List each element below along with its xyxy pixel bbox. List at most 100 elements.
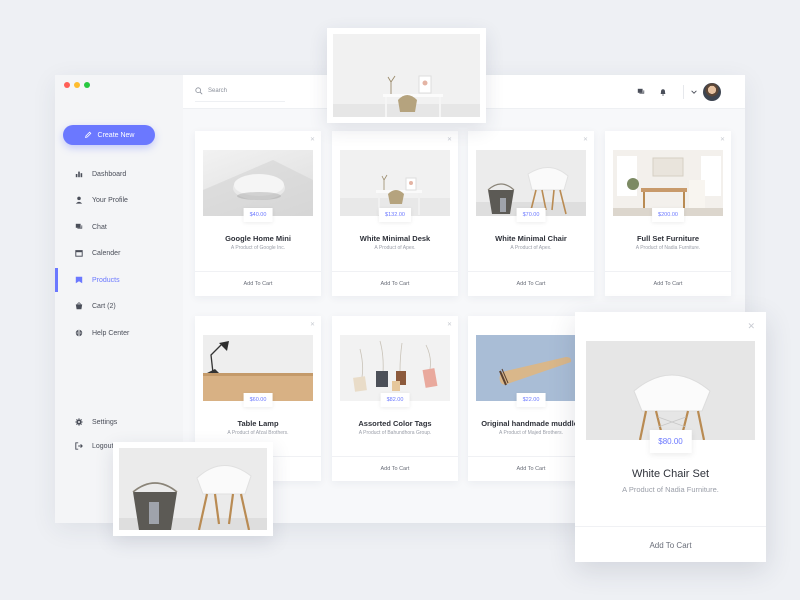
search-icon [195,87,203,95]
chevron-down-icon[interactable] [690,88,698,96]
create-new-label: Create New [97,131,135,139]
product-vendor: A Product of Apex. [374,245,416,251]
calendar-icon [75,250,83,257]
create-new-button[interactable]: Create New [63,125,155,145]
add-to-cart-button[interactable]: Add To Cart [332,281,458,287]
price-badge: $80.00 [649,430,692,453]
product-title: Google Home Mini [225,234,291,243]
sidebar-item-cart[interactable]: Cart (2) [55,294,183,318]
close-icon[interactable]: ✕ [310,136,315,143]
price-badge: $82.00 [380,393,410,407]
divider [605,271,731,272]
search-bar[interactable]: Search [195,87,227,95]
price-badge: $60.00 [243,393,273,407]
minimize-dot[interactable] [74,82,80,88]
window-controls [64,82,90,88]
add-to-cart-button[interactable]: Add To Cart [605,281,731,287]
chat-icon [75,223,83,229]
close-icon[interactable]: ✕ [447,321,452,328]
user-icon [75,196,83,204]
product-card[interactable]: ✕ $132.00 White Minimal Desk A Product o… [332,131,458,296]
divider [332,271,458,272]
close-icon[interactable]: ✕ [747,321,755,332]
divider [332,456,458,457]
sidebar-item-settings[interactable]: Settings [55,410,183,434]
sidebar-item-profile[interactable]: Your Profile [55,188,183,212]
bar-chart-icon [75,171,83,178]
product-image [203,335,313,401]
product-vendor: A Product of Bahundhora Group. [358,430,432,436]
sidebar-item-label: Calender [92,249,121,257]
product-card[interactable]: ✕ $70.00 White Minimal Chair A Product o… [468,131,594,296]
floating-image-desk [327,28,486,123]
sidebar-item-dashboard[interactable]: Dashboard [55,162,183,186]
search-underline [195,101,285,102]
zoom-dot[interactable] [84,82,90,88]
divider [468,271,594,272]
product-image [476,335,586,401]
product-vendor: A Product of Nadia Furniture. [622,485,719,494]
add-to-cart-button[interactable]: Add To Cart [195,281,321,287]
price-badge: $200.00 [652,208,684,222]
product-vendor: A Product of Google Inc. [230,245,286,251]
product-title: Assorted Color Tags [358,419,432,428]
floating-image-chair [113,442,273,536]
price-badge: $70.00 [516,208,546,222]
product-title: White Chair Set [631,468,710,480]
sidebar-item-products[interactable]: Products [55,268,183,292]
product-card[interactable]: ✕ $40.00 Google Home Mini A Product of G… [195,131,321,296]
sidebar-item-label: Products [92,276,120,284]
add-to-cart-button[interactable]: Add To Cart [332,466,458,472]
close-icon[interactable]: ✕ [720,136,725,143]
sidebar-item-label: Logout [92,442,114,450]
product-image [203,150,313,216]
add-to-cart-button[interactable]: Add To Cart [468,281,594,287]
gear-icon [75,418,83,426]
sidebar-item-chat[interactable]: Chat [55,215,183,239]
product-vendor: A Product of Apex. [510,245,552,251]
sidebar-item-label: Dashboard [92,170,127,178]
product-vendor: A Product of Nadia Furniture. [635,245,701,251]
price-badge: $40.00 [243,208,273,222]
globe-icon [75,329,83,337]
product-detail-card[interactable]: ✕ $80.00 White Chair Set A Product of Na… [575,312,766,562]
search-input[interactable]: Search [208,88,227,94]
price-badge: $132.00 [379,208,411,222]
chat-icon[interactable] [637,88,645,96]
sidebar-item-calender[interactable]: Calender [55,241,183,265]
product-image [613,150,723,216]
sidebar-item-label: Settings [92,418,118,426]
avatar[interactable] [703,83,721,101]
divider [195,271,321,272]
sidebar-item-help-center[interactable]: Help Center [55,321,183,345]
product-card[interactable]: ✕ $200.00 Full Set Furniture A Product o… [605,131,731,296]
pencil-icon [84,131,91,138]
product-title: White Minimal Desk [359,234,431,243]
product-title: Full Set Furniture [636,234,700,243]
chair-photo [119,448,267,530]
add-to-cart-button[interactable]: Add To Cart [575,541,766,550]
product-image [340,335,450,401]
bell-icon[interactable] [659,88,667,96]
desk-photo [333,34,480,117]
sidebar-item-label: Your Profile [92,196,128,204]
close-icon[interactable]: ✕ [583,136,588,143]
sidebar-item-label: Chat [92,223,107,231]
product-card[interactable]: ✕ $82.00 Assorted Color Tags A Product o… [332,316,458,481]
sidebar-item-label: Help Center [92,329,130,337]
product-image [586,341,755,440]
product-title: White Minimal Chair [495,234,567,243]
products-icon [75,276,83,284]
topbar-divider [683,85,684,99]
close-dot[interactable] [64,82,70,88]
product-title: Table Lamp [237,419,279,428]
product-image [476,150,586,216]
sidebar-item-label: Cart (2) [92,302,116,310]
close-icon[interactable]: ✕ [447,136,452,143]
product-image [340,150,450,216]
close-icon[interactable]: ✕ [310,321,315,328]
price-badge: $22.00 [516,393,546,407]
cart-icon [75,302,83,310]
logout-icon [75,442,83,450]
product-vendor: A Product of Afzal Brothers. [227,430,289,436]
